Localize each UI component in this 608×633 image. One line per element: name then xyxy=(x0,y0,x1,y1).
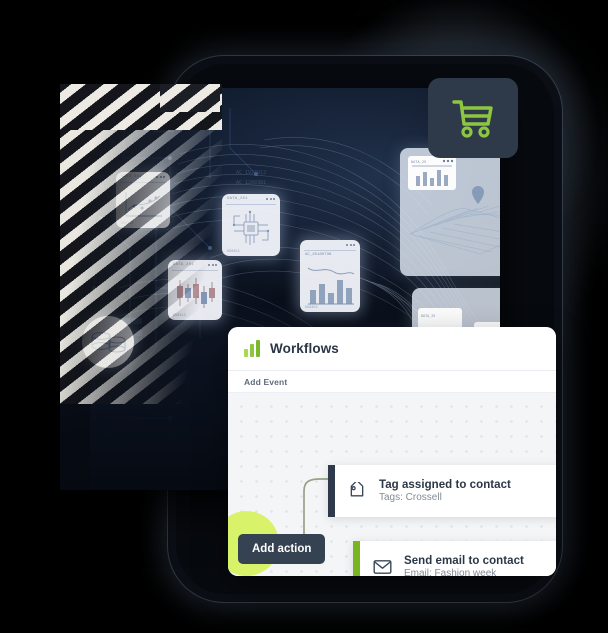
node-dots-icon xyxy=(266,198,275,200)
divider xyxy=(226,204,276,205)
add-action-button[interactable]: Add action xyxy=(238,534,326,564)
hero-node-circuit: DATA_251 958452 xyxy=(222,194,280,256)
page-title: Workflows xyxy=(270,341,339,356)
event-subtitle: Tags: Crossell xyxy=(379,492,442,503)
workflow-event-row[interactable]: Tag assigned to contact Tags: Crossell xyxy=(328,465,556,517)
event-text: Send email to contact Email: Fashion wee… xyxy=(404,555,524,576)
workflow-event-row[interactable]: Send email to contact Email: Fashion wee… xyxy=(353,541,556,576)
diagonal-stripes-band-overlay xyxy=(160,84,220,112)
bar-chart-logo-icon xyxy=(244,340,260,357)
tag-icon xyxy=(335,482,379,500)
hero-panel-surface-map: DATA_25 xyxy=(400,148,500,276)
event-title: Tag assigned to contact xyxy=(379,479,511,491)
hero-node-sublabel: 958452 xyxy=(305,306,318,310)
screenshot-stage: AC 13192491 AC 10390129 AC_2139281 AC 19… xyxy=(0,0,608,633)
workflows-card: Workflows Add Event Tag assigned to cont… xyxy=(228,327,556,576)
divider xyxy=(304,250,356,251)
event-title: Send email to contact xyxy=(404,555,524,567)
hero-node-bars: AC_25180738 958452 xyxy=(300,240,360,312)
hero-node-label: AC_25180738 xyxy=(305,253,332,257)
shopping-cart-badge[interactable] xyxy=(428,78,518,158)
event-text: Tag assigned to contact Tags: Crossell xyxy=(379,479,511,503)
svg-text:DATA_25: DATA_25 xyxy=(421,314,435,318)
event-subtitle: Email: Fashion week xyxy=(404,568,497,576)
workflow-canvas[interactable]: Tag assigned to contact Tags: Crossell S… xyxy=(228,393,556,576)
add-event-label: Add Event xyxy=(244,376,288,387)
shopping-cart-icon xyxy=(452,100,493,138)
diagonal-stripes-overlay xyxy=(60,84,222,404)
bar-and-line-chart-glyph xyxy=(307,267,355,305)
node-dots-icon xyxy=(346,244,355,246)
hero-node-label: DATA_251 xyxy=(227,197,248,201)
3d-surface-map-glyph: DATA_25 xyxy=(408,156,500,255)
hero-node-sublabel: 958452 xyxy=(227,250,240,254)
svg-text:DATA_25: DATA_25 xyxy=(411,160,426,164)
card-header: Workflows xyxy=(228,327,556,371)
chip-circuit-glyph xyxy=(232,210,270,245)
envelope-icon xyxy=(360,559,404,575)
add-event-bar[interactable]: Add Event xyxy=(228,371,556,393)
